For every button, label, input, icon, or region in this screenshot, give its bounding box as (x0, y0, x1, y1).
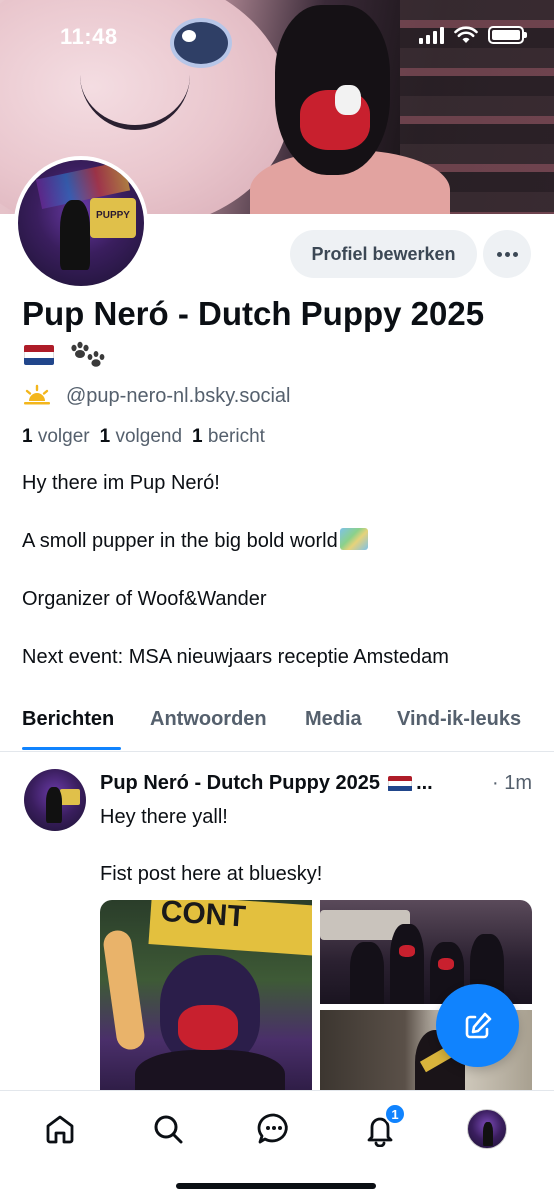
nav-chat[interactable] (252, 1107, 296, 1151)
image-arm (101, 928, 147, 1052)
post-author-truncation: ... (416, 772, 433, 794)
nav-home[interactable] (38, 1107, 82, 1151)
bio-line: A smoll pupper in the big bold world (22, 528, 542, 554)
banner-mask-nose (335, 85, 361, 115)
home-indicator (176, 1183, 376, 1189)
nav-profile-avatar[interactable] (467, 1109, 507, 1149)
profile-counts: 1 volger 1 volgend 1 bericht (22, 426, 265, 448)
compose-pencil-icon (465, 1012, 491, 1038)
post-timestamp[interactable]: · 1m (492, 772, 532, 795)
status-time: 11:48 (60, 24, 118, 49)
paw-prints-icon (71, 341, 105, 367)
image-person (390, 924, 424, 1004)
image-person (350, 942, 384, 1004)
tab-media[interactable]: Media (305, 708, 362, 731)
avatar-figure (60, 200, 90, 270)
bottom-navigation: 1 (0, 1090, 554, 1200)
profile-tabs: Berichten Antwoorden Media Vind-ik-leuks (0, 700, 554, 752)
post-line: Hey there yall! (100, 806, 228, 828)
bio-line: Organizer of Woof&Wander (22, 588, 267, 610)
more-options-button[interactable] (483, 230, 531, 278)
search-icon (154, 1115, 183, 1144)
image-mask-red (399, 945, 415, 957)
following-count[interactable]: 1 volgend (100, 426, 182, 448)
battery-icon (488, 26, 527, 44)
post-avatar-sign (60, 789, 80, 805)
post-line: Fist post here at bluesky! (100, 863, 323, 885)
profile-bio: Hy there im Pup Neró! A smoll pupper in … (22, 470, 542, 702)
active-tab-indicator (22, 747, 121, 750)
profile-avatar[interactable]: PUPPY (14, 156, 148, 290)
image-banner-text: CONT (148, 900, 312, 956)
followers-count[interactable]: 1 volger (22, 426, 90, 448)
post-avatar-figure (46, 787, 62, 823)
cellular-signal-icon (419, 26, 444, 44)
avatar-sign: PUPPY (90, 198, 136, 238)
posts-count: 1 bericht (192, 426, 265, 447)
status-bar: 11:48 (0, 0, 554, 74)
nav-search[interactable] (146, 1107, 190, 1151)
post-header: Pup Neró - Dutch Puppy 2025 ... (100, 772, 540, 795)
tab-antwoorden[interactable]: Antwoorden (150, 708, 267, 731)
handle-row: @pup-nero-nl.bsky.social (22, 383, 290, 409)
post-author-name[interactable]: Pup Neró - Dutch Puppy 2025 (100, 772, 380, 795)
nl-flag-icon (388, 775, 413, 792)
display-name: Pup Neró - Dutch Puppy 2025 (22, 295, 485, 332)
image-mask-red (178, 1005, 238, 1050)
more-dot (496, 251, 502, 257)
more-dot (504, 251, 510, 257)
tab-vind-ik-leuks[interactable]: Vind-ik-leuks (397, 708, 521, 731)
status-icons (419, 26, 527, 44)
home-icon (46, 1115, 74, 1144)
name-emojis (24, 340, 106, 370)
nav-avatar-figure (483, 1122, 493, 1146)
post-image-2[interactable] (320, 900, 532, 1004)
tab-berichten[interactable]: Berichten (22, 708, 114, 731)
bio-line: Next event: MSA nieuwjaars receptie Amst… (22, 646, 449, 668)
image-mask-red (438, 958, 454, 970)
post-image-1[interactable]: CONT (100, 900, 312, 1100)
bio-line: Hy there im Pup Neró! (22, 472, 220, 494)
wifi-icon (454, 26, 478, 43)
notification-badge: 1 (384, 1103, 406, 1125)
world-map-icon (339, 528, 368, 550)
more-dot (512, 251, 518, 257)
compose-post-button[interactable] (436, 984, 519, 1067)
chat-icon (257, 1113, 288, 1144)
edit-profile-button[interactable]: Profiel bewerken (290, 230, 477, 278)
post-author-avatar[interactable] (24, 769, 86, 831)
user-handle[interactable]: @pup-nero-nl.bsky.social (66, 385, 290, 408)
nl-flag-icon (24, 345, 54, 365)
sunrise-icon (24, 384, 50, 405)
